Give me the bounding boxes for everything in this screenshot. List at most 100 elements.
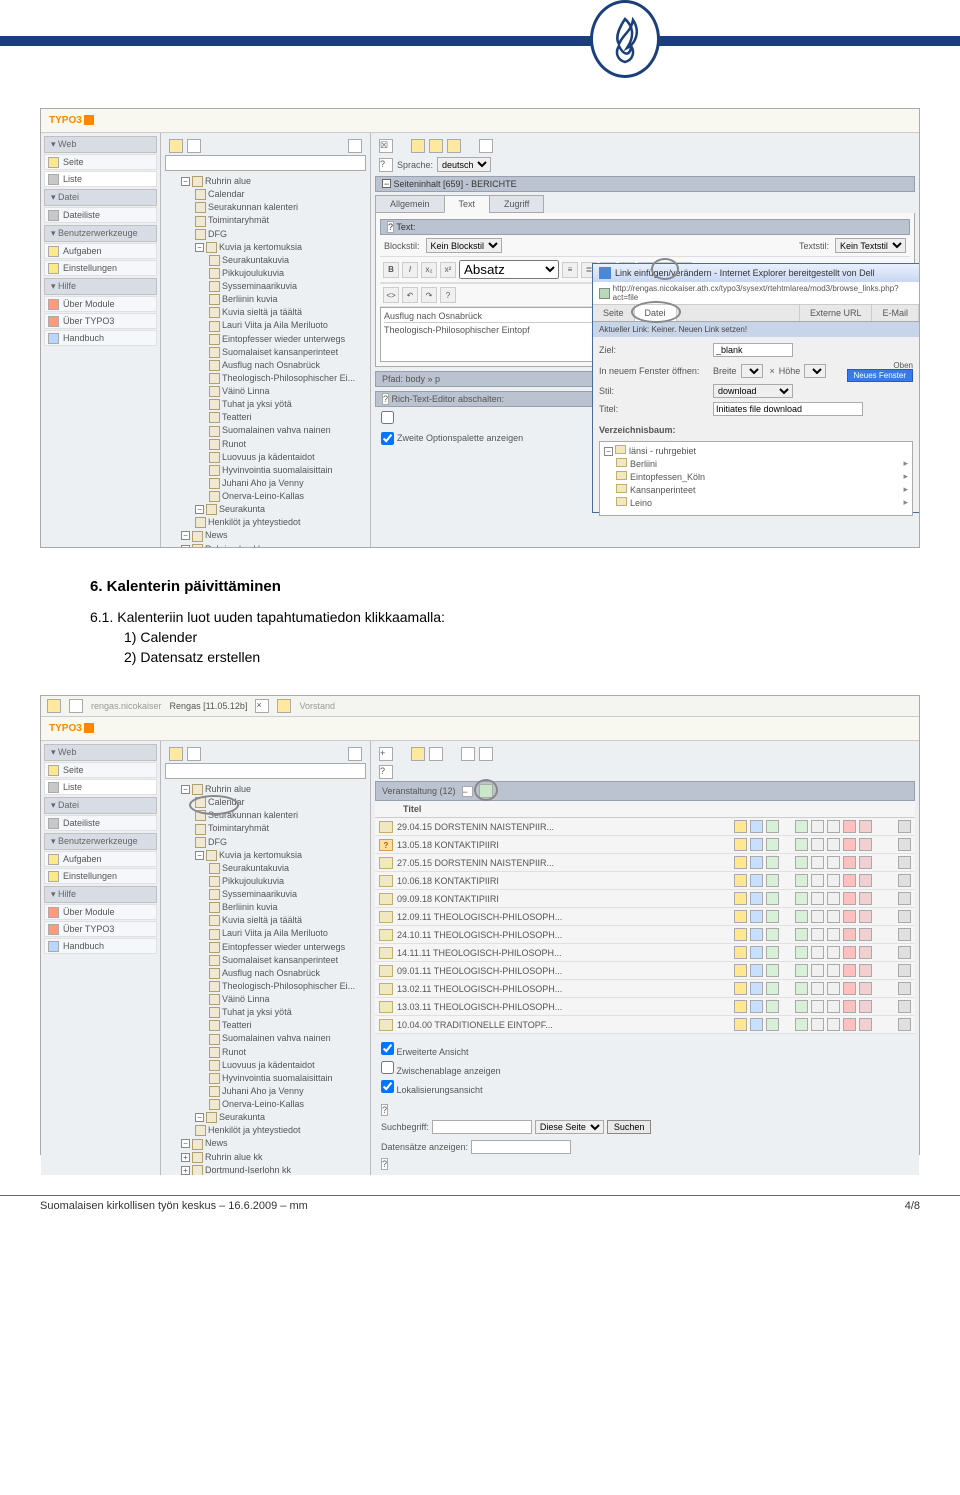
delete-row-icon[interactable] (859, 892, 872, 905)
sidebar2-datei-head[interactable]: ▾ Datei (44, 797, 157, 814)
tree-node[interactable]: Suomalainen vahva nainen (165, 1032, 366, 1045)
sidebar-aufgaben[interactable]: Aufgaben (44, 243, 157, 259)
sidebar2-liste[interactable]: Liste (44, 779, 157, 795)
up-icon[interactable] (811, 838, 824, 851)
sidebar-datei-head[interactable]: ▾ Datei (44, 189, 157, 206)
hide-icon[interactable] (843, 946, 856, 959)
ld-tab-datei[interactable]: Datei (635, 305, 677, 321)
move-icon[interactable] (795, 946, 808, 959)
help-icon[interactable]: ? (379, 158, 393, 172)
move-icon[interactable] (795, 982, 808, 995)
ld-tab-externe[interactable]: Externe URL (800, 305, 873, 321)
info-icon[interactable] (750, 874, 763, 887)
sidebar-typo3[interactable]: Über TYPO3 (44, 313, 157, 329)
rte-off-checkbox[interactable] (381, 411, 394, 424)
list-ul-icon[interactable]: ≡ (562, 262, 578, 278)
ld-tree-item[interactable]: Leino▸ (602, 496, 910, 509)
dup-icon[interactable] (898, 820, 911, 833)
sidebar2-typo3[interactable]: Über TYPO3 (44, 921, 157, 937)
hide-icon[interactable] (843, 820, 856, 833)
bold-button[interactable]: B (383, 262, 399, 278)
up-icon[interactable] (811, 982, 824, 995)
dup-icon[interactable] (898, 946, 911, 959)
ld-breite-select[interactable] (741, 364, 763, 378)
table-row[interactable]: 09.01.11 THEOLOGISCH-PHILOSOPH... (375, 962, 915, 980)
delete-row-icon[interactable] (859, 964, 872, 977)
sidebar-web-head[interactable]: ▾ Web (44, 136, 157, 153)
subscript-button[interactable]: x₂ (421, 262, 437, 278)
dup-icon[interactable] (898, 838, 911, 851)
ld-tree-item[interactable]: Berliini▸ (602, 457, 910, 470)
move-icon[interactable] (795, 1000, 808, 1013)
sidebar-seite[interactable]: Seite (44, 154, 157, 170)
html-icon[interactable]: <> (383, 287, 399, 303)
table-row[interactable]: 10.04.00 TRADITIONELLE EINTOPF... (375, 1016, 915, 1034)
info-icon[interactable] (750, 910, 763, 923)
table-row[interactable]: 09.09.18 KONTAKTIPIIRI (375, 890, 915, 908)
delete-row-icon[interactable] (859, 1000, 872, 1013)
move-icon[interactable] (795, 874, 808, 887)
tree-new-icon[interactable] (169, 139, 183, 153)
view-icon[interactable] (766, 838, 779, 851)
zweite-option-checkbox[interactable] (381, 432, 394, 445)
ld-tree[interactable]: −länsi - ruhrgebiet Berliini▸Eintopfesse… (599, 441, 913, 516)
dup-icon[interactable] (898, 982, 911, 995)
table-row[interactable]: 27.05.15 DORSTENIN NAISTENPIIR... (375, 854, 915, 872)
down-icon[interactable] (827, 982, 840, 995)
blockstil-select[interactable]: Kein Blockstil (426, 238, 502, 253)
sidebar2-handbuch[interactable]: Handbuch (44, 938, 157, 954)
hide-icon[interactable] (843, 928, 856, 941)
hide-icon[interactable] (843, 964, 856, 977)
up-icon[interactable] (811, 1000, 824, 1013)
table-row[interactable]: 29.04.15 DORSTENIN NAISTENPIIR... (375, 818, 915, 836)
tree-node[interactable]: Calendar (165, 796, 366, 809)
tree-node[interactable]: Berliinin kuvia (165, 293, 366, 306)
hide-icon[interactable] (843, 910, 856, 923)
sidebar2-web-head[interactable]: ▾ Web (44, 744, 157, 761)
sidebar-handbuch[interactable]: Handbuch (44, 330, 157, 346)
delete-row-icon[interactable] (859, 982, 872, 995)
edit-icon[interactable] (734, 892, 747, 905)
daten-input[interactable] (471, 1140, 571, 1154)
view-icon[interactable] (766, 910, 779, 923)
move-icon[interactable] (795, 856, 808, 869)
edit-icon[interactable] (734, 856, 747, 869)
edit-icon[interactable] (734, 928, 747, 941)
down-icon[interactable] (827, 1000, 840, 1013)
delete-row-icon[interactable] (859, 820, 872, 833)
tree-node[interactable]: Kuvia sieltä ja täältä (165, 306, 366, 319)
up-icon[interactable] (811, 856, 824, 869)
help-icon-3[interactable]: ? (381, 1104, 388, 1116)
sidebar2-seite[interactable]: Seite (44, 762, 157, 778)
veranst-collapse-icon[interactable]: − (462, 786, 473, 797)
info-icon[interactable] (750, 928, 763, 941)
info-icon[interactable] (750, 892, 763, 905)
tree-node[interactable]: Toimintaryhmät (165, 214, 366, 227)
down-icon[interactable] (827, 1018, 840, 1031)
tree-node[interactable]: Juhani Aho ja Venny (165, 1085, 366, 1098)
tree-node[interactable]: Toimintaryhmät (165, 822, 366, 835)
erweiterte-checkbox[interactable]: Erweiterte Ansicht (381, 1040, 909, 1059)
info-icon[interactable] (750, 856, 763, 869)
tree-node[interactable]: Luovuus ja kädentaidot (165, 451, 366, 464)
tree-node[interactable]: Runot (165, 438, 366, 451)
table-row[interactable]: 24.10.11 THEOLOGISCH-PHILOSOPH... (375, 926, 915, 944)
dup-icon[interactable] (898, 892, 911, 905)
info-icon[interactable] (750, 982, 763, 995)
tree-root[interactable]: −Ruhrin alue (165, 175, 366, 188)
view-icon[interactable] (766, 820, 779, 833)
tree-node[interactable]: −Kuvia ja kertomuksia (165, 849, 366, 862)
sidebar2-module[interactable]: Über Module (44, 904, 157, 920)
ld-tree-item[interactable]: Kansanperinteet▸ (602, 483, 910, 496)
view-icon[interactable] (766, 964, 779, 977)
tree-node[interactable]: Seurakunnan kalenteri (165, 809, 366, 822)
sidebar2-aufgaben[interactable]: Aufgaben (44, 851, 157, 867)
view-icon[interactable] (766, 892, 779, 905)
dup-icon[interactable] (898, 1018, 911, 1031)
hide-icon[interactable] (843, 982, 856, 995)
up-icon[interactable] (811, 946, 824, 959)
info-icon[interactable] (750, 1000, 763, 1013)
such-input[interactable] (432, 1120, 532, 1134)
delete-row-icon[interactable] (859, 838, 872, 851)
up-icon[interactable] (811, 964, 824, 977)
